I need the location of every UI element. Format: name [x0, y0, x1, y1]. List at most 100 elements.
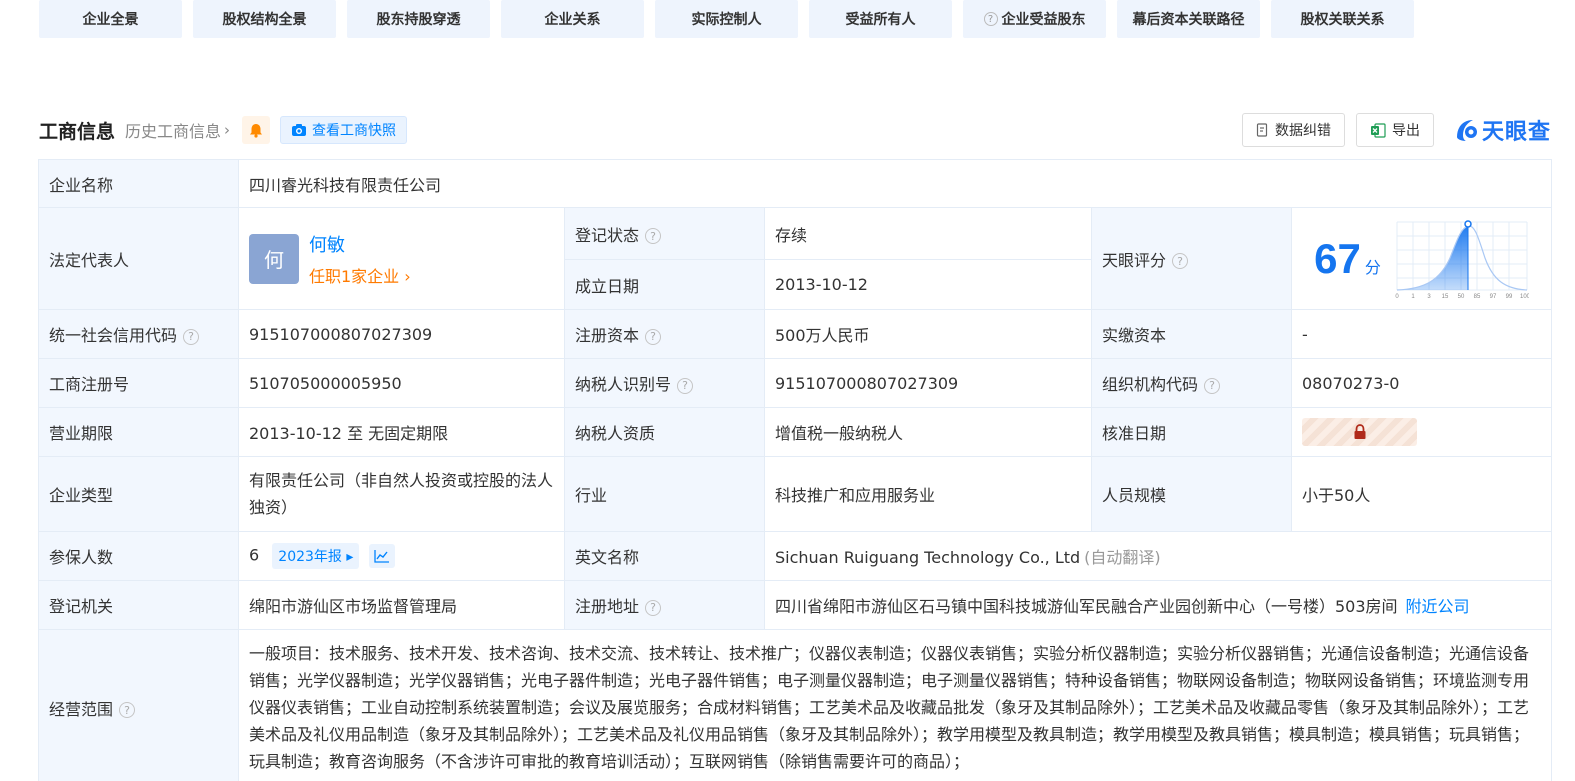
scope-label: 经营范围	[49, 699, 114, 719]
trend-chart-button[interactable]	[368, 544, 395, 568]
business-info-table: 企业名称 四川睿光科技有限责任公司 法定代表人 何 何敏 任职1家企业 › 登记…	[38, 159, 1553, 781]
snapshot-label: 查看工商快照	[312, 123, 397, 139]
score-label-cell: 天眼评分?	[1091, 207, 1292, 310]
tab-label: 受益所有人	[845, 12, 916, 28]
help-icon[interactable]: ?	[1172, 253, 1189, 269]
tab-equity-structure[interactable]: 股权结构全景	[193, 0, 336, 38]
monitor-button[interactable]	[242, 116, 271, 144]
section-header: 工商信息 历史工商信息 › 查看工商快照 数据纠错 导出 天眼查	[39, 113, 1551, 147]
table-row: 法定代表人 何 何敏 任职1家企业 › 登记状态? 存续 天眼评分? 67 分	[38, 207, 1553, 310]
tab-label: 企业关系	[544, 12, 601, 28]
type-label: 企业类型	[38, 456, 239, 532]
industry-value: 科技推广和应用服务业	[764, 456, 1092, 532]
taxpayer-id-value: 915107000807027309	[764, 358, 1092, 408]
tab-enterprise-relations[interactable]: 企业关系	[501, 0, 644, 38]
annual-report-label: 2023年报	[278, 549, 342, 565]
help-icon[interactable]: ?	[183, 328, 200, 345]
reg-capital-label-cell: 注册资本?	[564, 309, 765, 359]
tab-actual-controller[interactable]: 实际控制人	[655, 0, 798, 38]
reg-status-value: 存续	[764, 207, 1092, 260]
help-icon[interactable]: ?	[677, 377, 694, 394]
approve-date-label: 核准日期	[1091, 407, 1292, 457]
taxpayer-qual-value: 增值税一般纳税人	[764, 407, 1092, 457]
help-icon[interactable]: ?	[645, 228, 662, 244]
found-date-value: 2013-10-12	[764, 259, 1092, 310]
tab-label: 股权结构全景	[222, 12, 307, 28]
eye-logo-icon	[1456, 120, 1477, 141]
reg-capital-label: 注册资本	[575, 326, 640, 345]
staff-value: 小于50人	[1290, 456, 1553, 532]
authority-label: 登记机关	[38, 580, 239, 630]
vip-locked-value[interactable]	[1302, 418, 1417, 446]
legal-rep-positions-link[interactable]: 任职1家企业 ›	[309, 263, 411, 287]
data-correction-button[interactable]: 数据纠错	[1241, 113, 1345, 147]
scope-label-cell: 经营范围?	[38, 629, 239, 781]
score-label: 天眼评分	[1102, 250, 1167, 270]
lock-icon	[1354, 424, 1365, 439]
tick-label: 15	[1442, 294, 1449, 300]
term-label: 营业期限	[38, 407, 239, 457]
tab-label: 企业全景	[82, 12, 139, 28]
en-name-value: Sichuan Ruiguang Technology Co., Ltd	[775, 548, 1081, 567]
credit-code-label: 统一社会信用代码	[49, 326, 178, 345]
taxpayer-qual-label: 纳税人资质	[564, 407, 765, 457]
help-icon[interactable]: ?	[645, 328, 662, 345]
excel-icon	[1370, 122, 1386, 138]
en-name-label: 英文名称	[564, 531, 765, 581]
credit-code-value: 915107000807027309	[238, 309, 565, 359]
legal-rep-name-link[interactable]: 何敏	[309, 231, 411, 257]
help-icon[interactable]: ?	[1204, 377, 1221, 394]
table-row: 工商注册号 510705000005950 纳税人识别号? 9151070008…	[38, 358, 1553, 408]
company-name: 四川睿光科技有限责任公司	[237, 159, 1553, 208]
address-value: 四川省绵阳市游仙区石马镇中国科技城游仙军民融合产业园创新中心（一号楼）503房间	[775, 597, 1398, 616]
help-icon[interactable]: ?	[119, 702, 136, 718]
top-tab-bar: 企业全景 股权结构全景 股东持股穿透 企业关系 实际控制人 受益所有人 ? 企业受…	[39, 0, 1414, 38]
tick-label: 50	[1458, 294, 1465, 300]
reg-status-label: 登记状态	[575, 225, 640, 245]
tab-equity-relations[interactable]: 股权关联关系	[1271, 0, 1414, 38]
logo-text: 天眼查	[1481, 120, 1551, 145]
export-button[interactable]: 导出	[1355, 113, 1434, 147]
caret-right-icon: ▸	[346, 549, 354, 565]
taxpayer-id-label-cell: 纳税人识别号?	[564, 358, 765, 408]
legal-rep-label: 法定代表人	[38, 207, 239, 310]
term-value: 2013-10-12 至 无固定期限	[238, 407, 565, 457]
tab-beneficial-owner[interactable]: 受益所有人	[809, 0, 952, 38]
snapshot-button[interactable]: 查看工商快照	[280, 116, 408, 144]
biz-reg-no-label: 工商注册号	[38, 358, 239, 408]
org-code-label: 组织机构代码	[1102, 375, 1199, 394]
header-actions: 数据纠错 导出 天眼查	[1231, 113, 1551, 147]
tab-enterprise-overview[interactable]: 企业全景	[39, 0, 182, 38]
tab-beneficiary-shareholder[interactable]: ? 企业受益股东	[963, 0, 1106, 38]
address-label: 注册地址	[575, 597, 640, 616]
tab-shareholder-penetration[interactable]: 股东持股穿透	[347, 0, 490, 38]
tab-label: 股权关联关系	[1300, 12, 1385, 28]
score-cell[interactable]: 67 分 0 1 3 15 50 85 97 99 100	[1290, 207, 1553, 310]
insured-label: 参保人数	[38, 531, 239, 581]
found-date-label: 成立日期	[564, 259, 765, 310]
legal-rep-cell: 何 何敏 任职1家企业 ›	[238, 207, 565, 310]
history-link[interactable]: 历史工商信息 ›	[125, 118, 230, 142]
paid-capital-value: -	[1290, 309, 1553, 359]
table-row: 参保人数 6 2023年报 ▸ 英文名称 Sichuan Ruiguang Te…	[38, 531, 1553, 581]
avatar[interactable]: 何	[249, 233, 299, 284]
industry-label: 行业	[564, 456, 765, 532]
org-code-label-cell: 组织机构代码?	[1091, 358, 1292, 408]
biz-reg-no-value: 510705000005950	[238, 358, 565, 408]
tab-label: 股东持股穿透	[376, 12, 461, 28]
annual-report-tag[interactable]: 2023年报 ▸	[272, 543, 360, 569]
tick-label: 3	[1427, 294, 1431, 300]
nearby-companies-link[interactable]: 附近公司	[1406, 597, 1470, 616]
help-icon[interactable]: ?	[645, 599, 662, 616]
tick-label: 1	[1411, 294, 1415, 300]
approve-date-cell	[1290, 407, 1553, 457]
reg-status-label-cell: 登记状态?	[564, 207, 765, 260]
score-marker	[1464, 219, 1472, 228]
credit-code-label-cell: 统一社会信用代码?	[38, 309, 239, 359]
help-icon[interactable]: ?	[983, 12, 998, 26]
insured-cell: 6 2023年报 ▸	[238, 531, 565, 581]
tick-label: 85	[1474, 294, 1481, 300]
tab-capital-path[interactable]: 幕后资本关联路径	[1117, 0, 1260, 38]
camera-icon	[292, 124, 307, 136]
table-row: 企业类型 有限责任公司（非自然人投资或控股的法人独资） 行业 科技推广和应用服务…	[38, 456, 1553, 532]
